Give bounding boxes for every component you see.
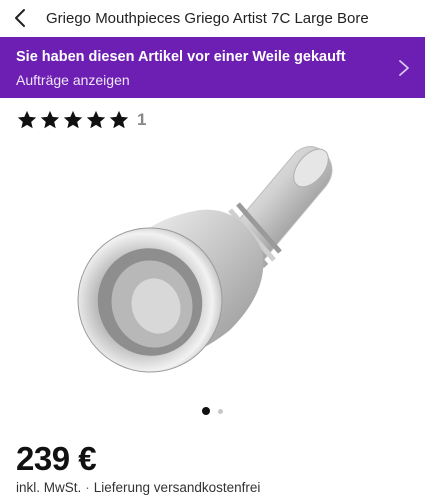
- view-orders-link[interactable]: Aufträge anzeigen: [16, 72, 130, 88]
- mouthpiece-image: [77, 146, 333, 373]
- rating-count: 1: [137, 110, 147, 129]
- page-title: Griego Mouthpieces Griego Artist 7C Larg…: [46, 9, 369, 27]
- star-icon: [17, 110, 37, 129]
- back-button[interactable]: [0, 0, 40, 36]
- star-icon: [40, 110, 60, 129]
- product-image[interactable]: [0, 140, 425, 400]
- price-details: inkl. MwSt. · Lieferung versandkostenfrei: [16, 480, 260, 495]
- star-rating[interactable]: 1: [16, 108, 146, 132]
- price: 239 €: [16, 440, 97, 477]
- star-icon: [86, 110, 106, 129]
- chevron-left-icon: [15, 9, 25, 27]
- image-pagination: [0, 407, 425, 415]
- shipping-note: Lieferung versandkostenfrei: [93, 480, 261, 495]
- purchase-history-banner[interactable]: Sie haben diesen Artikel vor einer Weile…: [0, 37, 425, 98]
- banner-title: Sie haben diesen Artikel vor einer Weile…: [16, 49, 346, 65]
- pagination-dot[interactable]: [218, 408, 223, 414]
- vat-note: inkl. MwSt.: [16, 480, 82, 495]
- top-bar: Griego Mouthpieces Griego Artist 7C Larg…: [0, 0, 425, 36]
- pagination-dot-active[interactable]: [202, 407, 210, 415]
- separator: ·: [85, 480, 90, 495]
- chevron-right-icon: [399, 60, 409, 76]
- stars: [16, 109, 131, 131]
- star-icon: [63, 110, 83, 129]
- star-icon: [109, 110, 129, 129]
